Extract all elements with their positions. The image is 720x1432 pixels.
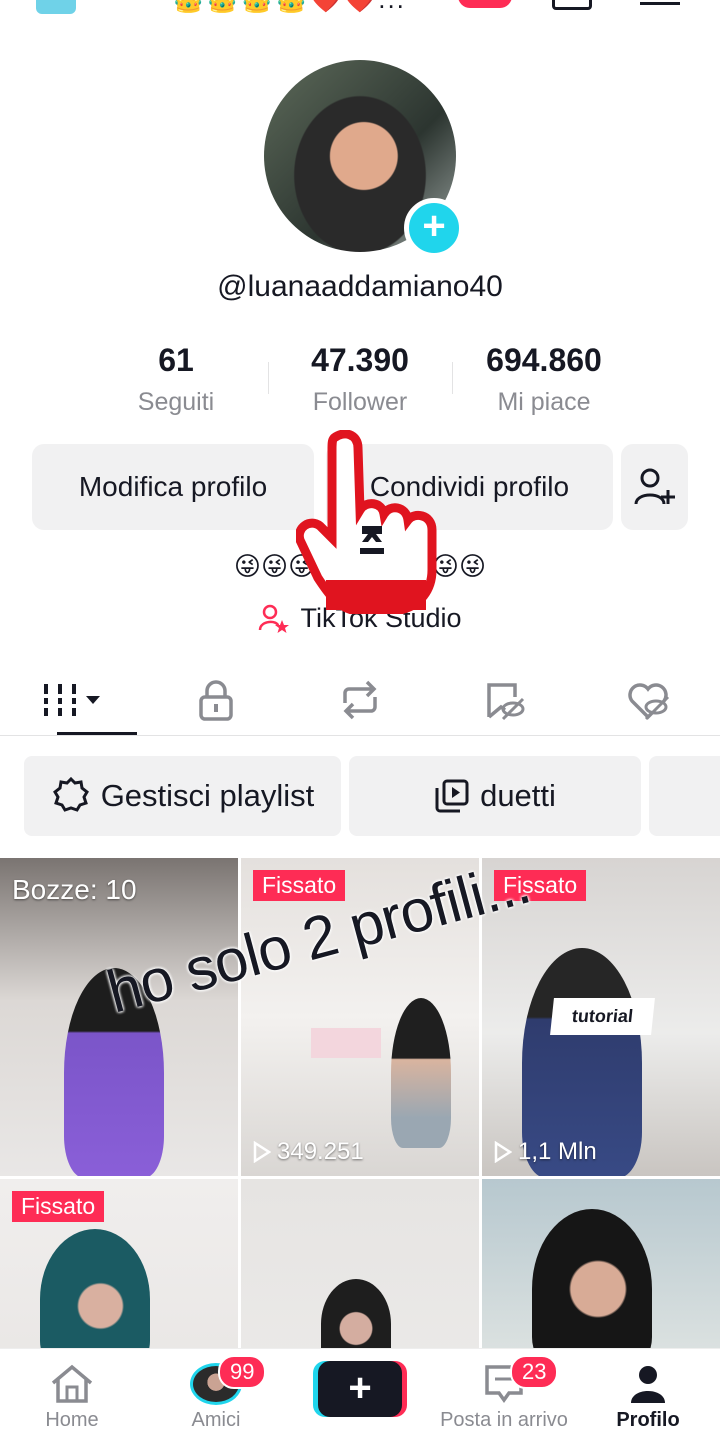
playlist-icon — [435, 779, 469, 813]
nav-friends[interactable]: 99 Amici — [144, 1349, 288, 1432]
play-icon — [253, 1141, 271, 1163]
lock-icon — [199, 679, 233, 721]
nav-inbox-label: Posta in arrivo — [440, 1409, 568, 1431]
bookmark-hidden-icon — [487, 682, 525, 720]
video-tile[interactable] — [482, 1179, 720, 1348]
nav-create[interactable]: + — [288, 1349, 432, 1432]
stat-label: Follower — [312, 388, 408, 416]
tab-favorites[interactable] — [432, 664, 576, 735]
stat-following[interactable]: 61 Seguiti — [84, 340, 268, 420]
username: @luanaaddamiano40 — [217, 270, 503, 303]
stat-likes[interactable]: 694.860 Mi piace — [452, 340, 636, 420]
thumbnail-figure — [391, 998, 451, 1148]
pinned-badge: Fissato — [12, 1191, 105, 1222]
view-count-value: 349.251 — [277, 1138, 364, 1165]
top-bar: 👑👑👑👑❤️❤️... — [0, 0, 720, 14]
inbox-badge: 23 — [510, 1355, 559, 1389]
stat-label: Mi piace — [497, 388, 591, 416]
playlist-label: duetti — [480, 778, 556, 813]
profile-icon — [631, 1366, 665, 1403]
view-count: 349.251 — [253, 1138, 364, 1166]
add-friend-button[interactable] — [621, 444, 688, 530]
play-icon — [494, 1141, 512, 1163]
top-badges: 👑👑👑👑❤️❤️... — [172, 0, 406, 15]
nav-profile[interactable]: Profilo — [576, 1349, 720, 1432]
nav-friends-label: Amici — [191, 1409, 241, 1431]
thumbnail-figure — [532, 1209, 652, 1348]
creator-tools-icon[interactable] — [552, 0, 592, 10]
drafts-label: Bozze: 10 — [12, 874, 137, 905]
stat-followers[interactable]: 47.390 Follower — [268, 340, 452, 420]
playlist-duetti[interactable]: duetti — [349, 756, 641, 836]
nav-profile-label: Profilo — [616, 1409, 680, 1431]
nav-home[interactable]: Home — [0, 1349, 144, 1432]
stat-value: 47.390 — [311, 342, 409, 378]
pinned-badge: Fissato — [253, 870, 346, 901]
avatar-container: + — [264, 60, 464, 258]
tab-liked[interactable] — [576, 664, 720, 735]
create-plus-icon: + — [318, 1361, 402, 1417]
grid-videos-icon — [44, 683, 100, 716]
repost-icon — [343, 680, 377, 719]
tab-reposts[interactable] — [288, 664, 432, 735]
view-count: 1,1 Mln — [494, 1138, 597, 1166]
playlist-item-partial[interactable] — [649, 756, 720, 836]
stat-value: 694.860 — [486, 342, 602, 378]
video-tile[interactable]: Fissato — [0, 1179, 238, 1348]
add-story-icon[interactable]: + — [404, 198, 464, 258]
tutorial-sticker: tutorial — [550, 998, 655, 1035]
cube-icon[interactable] — [36, 0, 76, 14]
studio-icon — [259, 604, 290, 633]
manage-playlist-label: Gestisci playlist — [100, 778, 315, 813]
profile-stats: 61 Seguiti 47.390 Follower 694.860 Mi pi… — [84, 340, 636, 420]
tab-videos[interactable] — [0, 664, 144, 735]
view-count-value: 1,1 Mln — [518, 1138, 597, 1165]
manage-playlist-button[interactable]: Gestisci playlist — [24, 756, 341, 836]
thumbnail-figure — [40, 1229, 150, 1348]
tab-private[interactable] — [144, 664, 288, 735]
nav-home-label: Home — [45, 1409, 99, 1431]
gear-icon — [52, 776, 89, 812]
add-user-icon — [634, 468, 675, 505]
menu-icon[interactable] — [640, 2, 680, 5]
thumbnail-table — [311, 1028, 381, 1058]
video-tile[interactable] — [241, 1179, 479, 1348]
content-tabs — [0, 664, 720, 736]
live-pill[interactable] — [458, 0, 512, 8]
thumbnail-figure — [321, 1279, 391, 1348]
edit-profile-button[interactable]: Modifica profilo — [32, 444, 314, 530]
hand-pointer-overlay — [296, 430, 437, 614]
heart-hidden-icon — [628, 682, 670, 720]
friends-badge: 99 — [218, 1355, 267, 1389]
bottom-nav: Home 99 Amici + 23 Posta in arrivo Profi… — [0, 1348, 720, 1432]
stat-value: 61 — [158, 342, 194, 378]
nav-inbox[interactable]: 23 Posta in arrivo — [432, 1349, 576, 1432]
home-icon — [51, 1364, 93, 1403]
stat-label: Seguiti — [137, 388, 215, 416]
